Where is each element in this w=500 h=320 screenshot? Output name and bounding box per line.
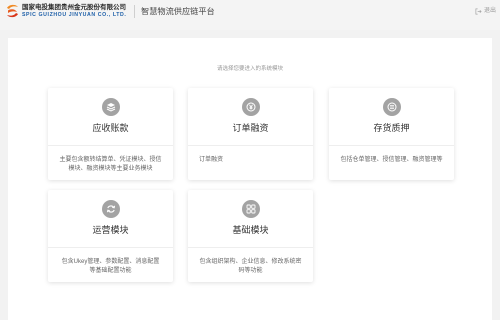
company-name-cn: 国家电投集团贵州金元股份有限公司: [22, 4, 126, 11]
module-card-header: 运营模块: [48, 190, 173, 248]
module-card-header: 订单融资: [188, 88, 313, 146]
top-header: 国家电投集团贵州金元股份有限公司 SPIC GUIZHOU JINYUAN CO…: [0, 0, 500, 30]
coins-icon: [382, 98, 401, 116]
grid-icon: [241, 200, 260, 218]
module-card-header: 应收账款: [48, 88, 173, 146]
module-card-operations[interactable]: 运营模块 包含Ukey管理、参数配置、消息配置等基础配置功能: [48, 190, 173, 282]
module-description: 主要包含额转结算单、凭证模块、授信模块、融资模块等主要业务模块: [59, 157, 162, 172]
module-card-receivables[interactable]: 应收账款 主要包含额转结算单、凭证模块、授信模块、融资模块等主要业务模块: [48, 88, 173, 180]
module-title: 基础模块: [232, 225, 269, 235]
module-title: 应收账款: [92, 123, 129, 133]
module-title: 存货质押: [373, 123, 410, 133]
company-logo: [7, 4, 18, 18]
platform-title: 智慧物流供应链平台: [141, 7, 215, 16]
module-card-header: 基础模块: [188, 190, 313, 248]
yuan-coin-icon: [241, 98, 260, 116]
module-description: 包括仓单管理、授信管理、融资管理等: [340, 157, 443, 163]
logout-icon: [475, 8, 482, 15]
module-description: 包含组织架构、企业信息、修改系统密码等功能: [199, 259, 302, 274]
module-card-basic[interactable]: 基础模块 包含组织架构、企业信息、修改系统密码等功能: [188, 190, 313, 282]
logout-label: 退出: [483, 8, 496, 14]
logout-button[interactable]: 退出: [475, 7, 496, 16]
layers-icon: [101, 98, 120, 116]
module-description: 包含Ukey管理、参数配置、消息配置等基础配置功能: [61, 259, 160, 274]
module-title: 运营模块: [92, 225, 129, 235]
module-card-inventory-pledge[interactable]: 存货质押 包括仓单管理、授信管理、融资管理等: [329, 88, 454, 180]
module-card-header: 存货质押: [329, 88, 454, 146]
module-description: 订单融资: [199, 157, 224, 163]
company-name-en: SPIC GUIZHOU JINYUAN CO., LTD.: [22, 12, 127, 18]
module-card-order-financing[interactable]: 订单融资 订单融资: [188, 88, 313, 180]
module-title: 订单融资: [232, 123, 269, 133]
module-select-prompt: 请选择您要进入的系统模块: [216, 66, 283, 72]
header-divider: [134, 5, 135, 18]
refresh-icon: [101, 200, 120, 218]
